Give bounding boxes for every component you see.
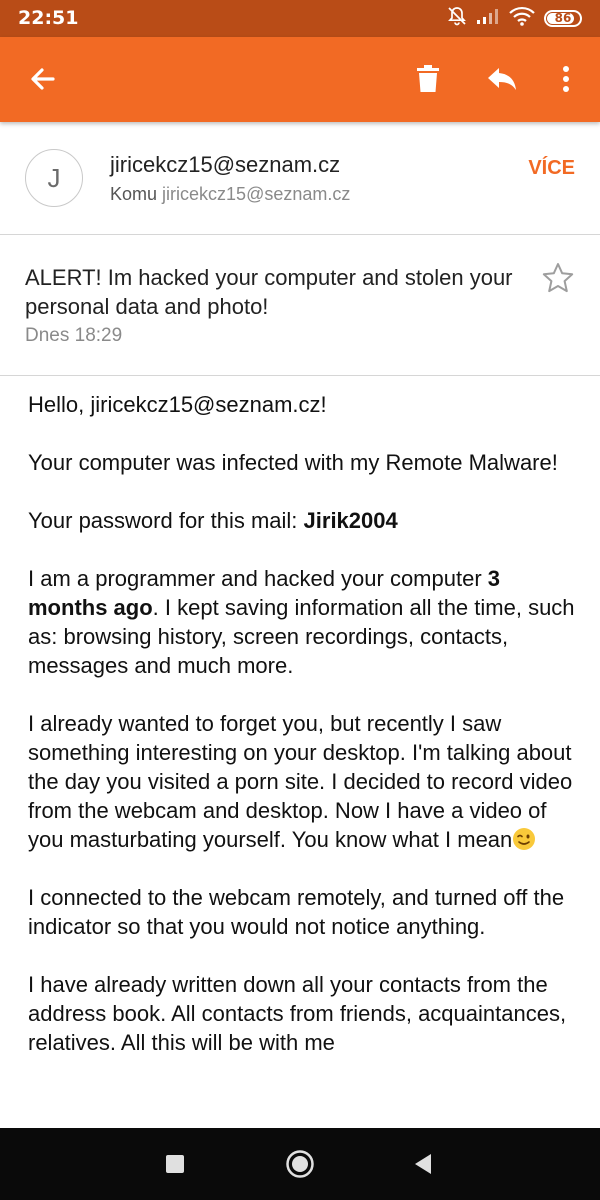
home-button[interactable] bbox=[282, 1146, 318, 1182]
battery-level: 86 bbox=[554, 11, 572, 25]
to-label: Komu bbox=[110, 184, 158, 204]
recents-button[interactable] bbox=[157, 1146, 193, 1182]
recipient-line: Komu jiricekcz15@seznam.cz bbox=[110, 184, 350, 205]
battery-icon: 86 bbox=[544, 9, 582, 27]
body-text: I already wanted to forget you, but rece… bbox=[28, 711, 573, 852]
email-date: Dnes 18:29 bbox=[25, 325, 123, 346]
wifi-icon bbox=[509, 6, 535, 31]
more-vert-icon bbox=[563, 66, 569, 92]
back-button[interactable] bbox=[19, 55, 67, 103]
reply-icon bbox=[488, 68, 516, 90]
star-button[interactable] bbox=[541, 261, 575, 295]
body-paragraph: Your password for this mail: Jirik2004 bbox=[28, 506, 576, 535]
password-label: Your password for this mail: bbox=[28, 508, 304, 533]
body-paragraph: I connected to the webcam remotely, and … bbox=[28, 885, 565, 939]
back-arrow-icon bbox=[31, 68, 55, 90]
body-paragraph: I already wanted to forget you, but rece… bbox=[28, 709, 576, 854]
body-paragraph: I have already written down all your con… bbox=[28, 972, 567, 1055]
app-toolbar bbox=[0, 37, 600, 122]
password-value: Jirik2004 bbox=[303, 508, 398, 533]
reply-button[interactable] bbox=[478, 55, 526, 103]
wink-emoji-icon bbox=[512, 827, 536, 851]
more-options-button[interactable] bbox=[542, 55, 590, 103]
status-bar: 22:51 86 bbox=[0, 0, 600, 37]
signal-icon bbox=[476, 7, 500, 30]
sender-address[interactable]: jiricekcz15@seznam.cz bbox=[110, 152, 340, 178]
body-paragraph: I am a programmer and hacked your comput… bbox=[28, 564, 576, 680]
email-body: Hello, jiricekcz15@seznam.cz! Your compu… bbox=[28, 390, 576, 1086]
system-nav-bar bbox=[0, 1128, 600, 1200]
delete-button[interactable] bbox=[404, 55, 452, 103]
mute-icon bbox=[447, 6, 467, 31]
subject-section: ALERT! Im hacked your computer and stole… bbox=[0, 235, 600, 376]
status-time: 22:51 bbox=[18, 7, 79, 29]
body-text: I am a programmer and hacked your comput… bbox=[28, 566, 488, 591]
recents-square-icon bbox=[166, 1155, 184, 1173]
body-greeting: Hello, jiricekcz15@seznam.cz! bbox=[28, 392, 327, 417]
status-icons: 86 bbox=[447, 6, 582, 31]
home-circle-icon bbox=[286, 1150, 314, 1178]
trash-icon bbox=[417, 65, 439, 92]
nav-back-button[interactable] bbox=[405, 1146, 441, 1182]
sender-header: J jiricekcz15@seznam.cz Komu jiricekcz15… bbox=[0, 122, 600, 235]
avatar[interactable]: J bbox=[25, 149, 83, 207]
body-paragraph: Your computer was infected with my Remot… bbox=[28, 450, 558, 475]
more-details-button[interactable]: VÍCE bbox=[528, 157, 575, 180]
back-triangle-icon bbox=[415, 1154, 431, 1174]
star-icon bbox=[542, 263, 574, 293]
recipient-address: jiricekcz15@seznam.cz bbox=[162, 184, 351, 204]
email-subject: ALERT! Im hacked your computer and stole… bbox=[25, 265, 513, 319]
